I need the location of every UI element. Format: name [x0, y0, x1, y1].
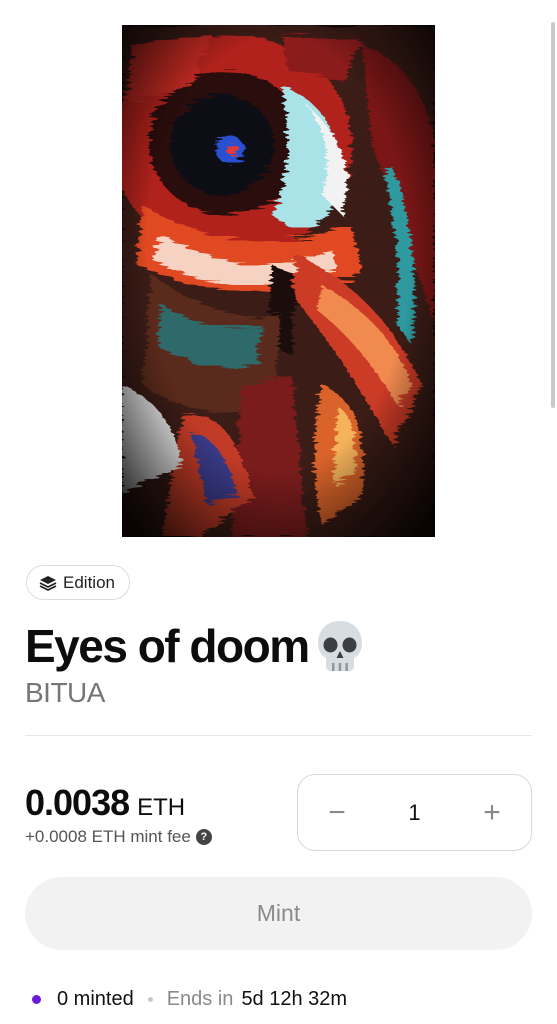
- artwork-graphic: [122, 25, 435, 537]
- edition-badge: Edition: [26, 565, 130, 600]
- divider: [25, 735, 532, 736]
- title-text: Eyes of doom: [25, 620, 310, 672]
- mint-page: Edition Eyes of doom BITUA 0.0038 ETH +0…: [0, 0, 557, 1024]
- page-title: Eyes of doom: [25, 618, 365, 674]
- artist-name[interactable]: BITUA: [25, 677, 105, 709]
- minted-count: 0 minted: [57, 988, 134, 1010]
- edition-label: Edition: [63, 572, 115, 592]
- scrollbar[interactable]: [551, 22, 555, 408]
- live-dot-icon: [32, 995, 41, 1004]
- ends-label: Ends in: [166, 988, 234, 1010]
- mint-status: 0 minted Ends in 5d 12h 32m: [32, 988, 347, 1011]
- time-remaining: 5d 12h 32m: [241, 988, 348, 1010]
- decrement-button[interactable]: −: [324, 797, 350, 827]
- price-amount: 0.0038: [25, 782, 130, 823]
- price-unit: ETH: [137, 794, 186, 821]
- quantity-value[interactable]: 1: [408, 800, 420, 826]
- skull-icon: [315, 618, 365, 674]
- price: 0.0038 ETH: [25, 782, 185, 824]
- quantity-stepper: − 1 +: [297, 774, 532, 851]
- artwork-image: [122, 25, 435, 537]
- increment-button[interactable]: +: [479, 797, 505, 827]
- mint-button[interactable]: Mint: [25, 877, 532, 950]
- layers-icon: [39, 575, 57, 591]
- mint-fee-text: +0.0008 ETH mint fee: [25, 827, 191, 846]
- mint-fee: +0.0008 ETH mint fee ?: [25, 827, 212, 847]
- separator-dot-icon: [147, 997, 153, 1002]
- help-icon[interactable]: ?: [195, 829, 212, 845]
